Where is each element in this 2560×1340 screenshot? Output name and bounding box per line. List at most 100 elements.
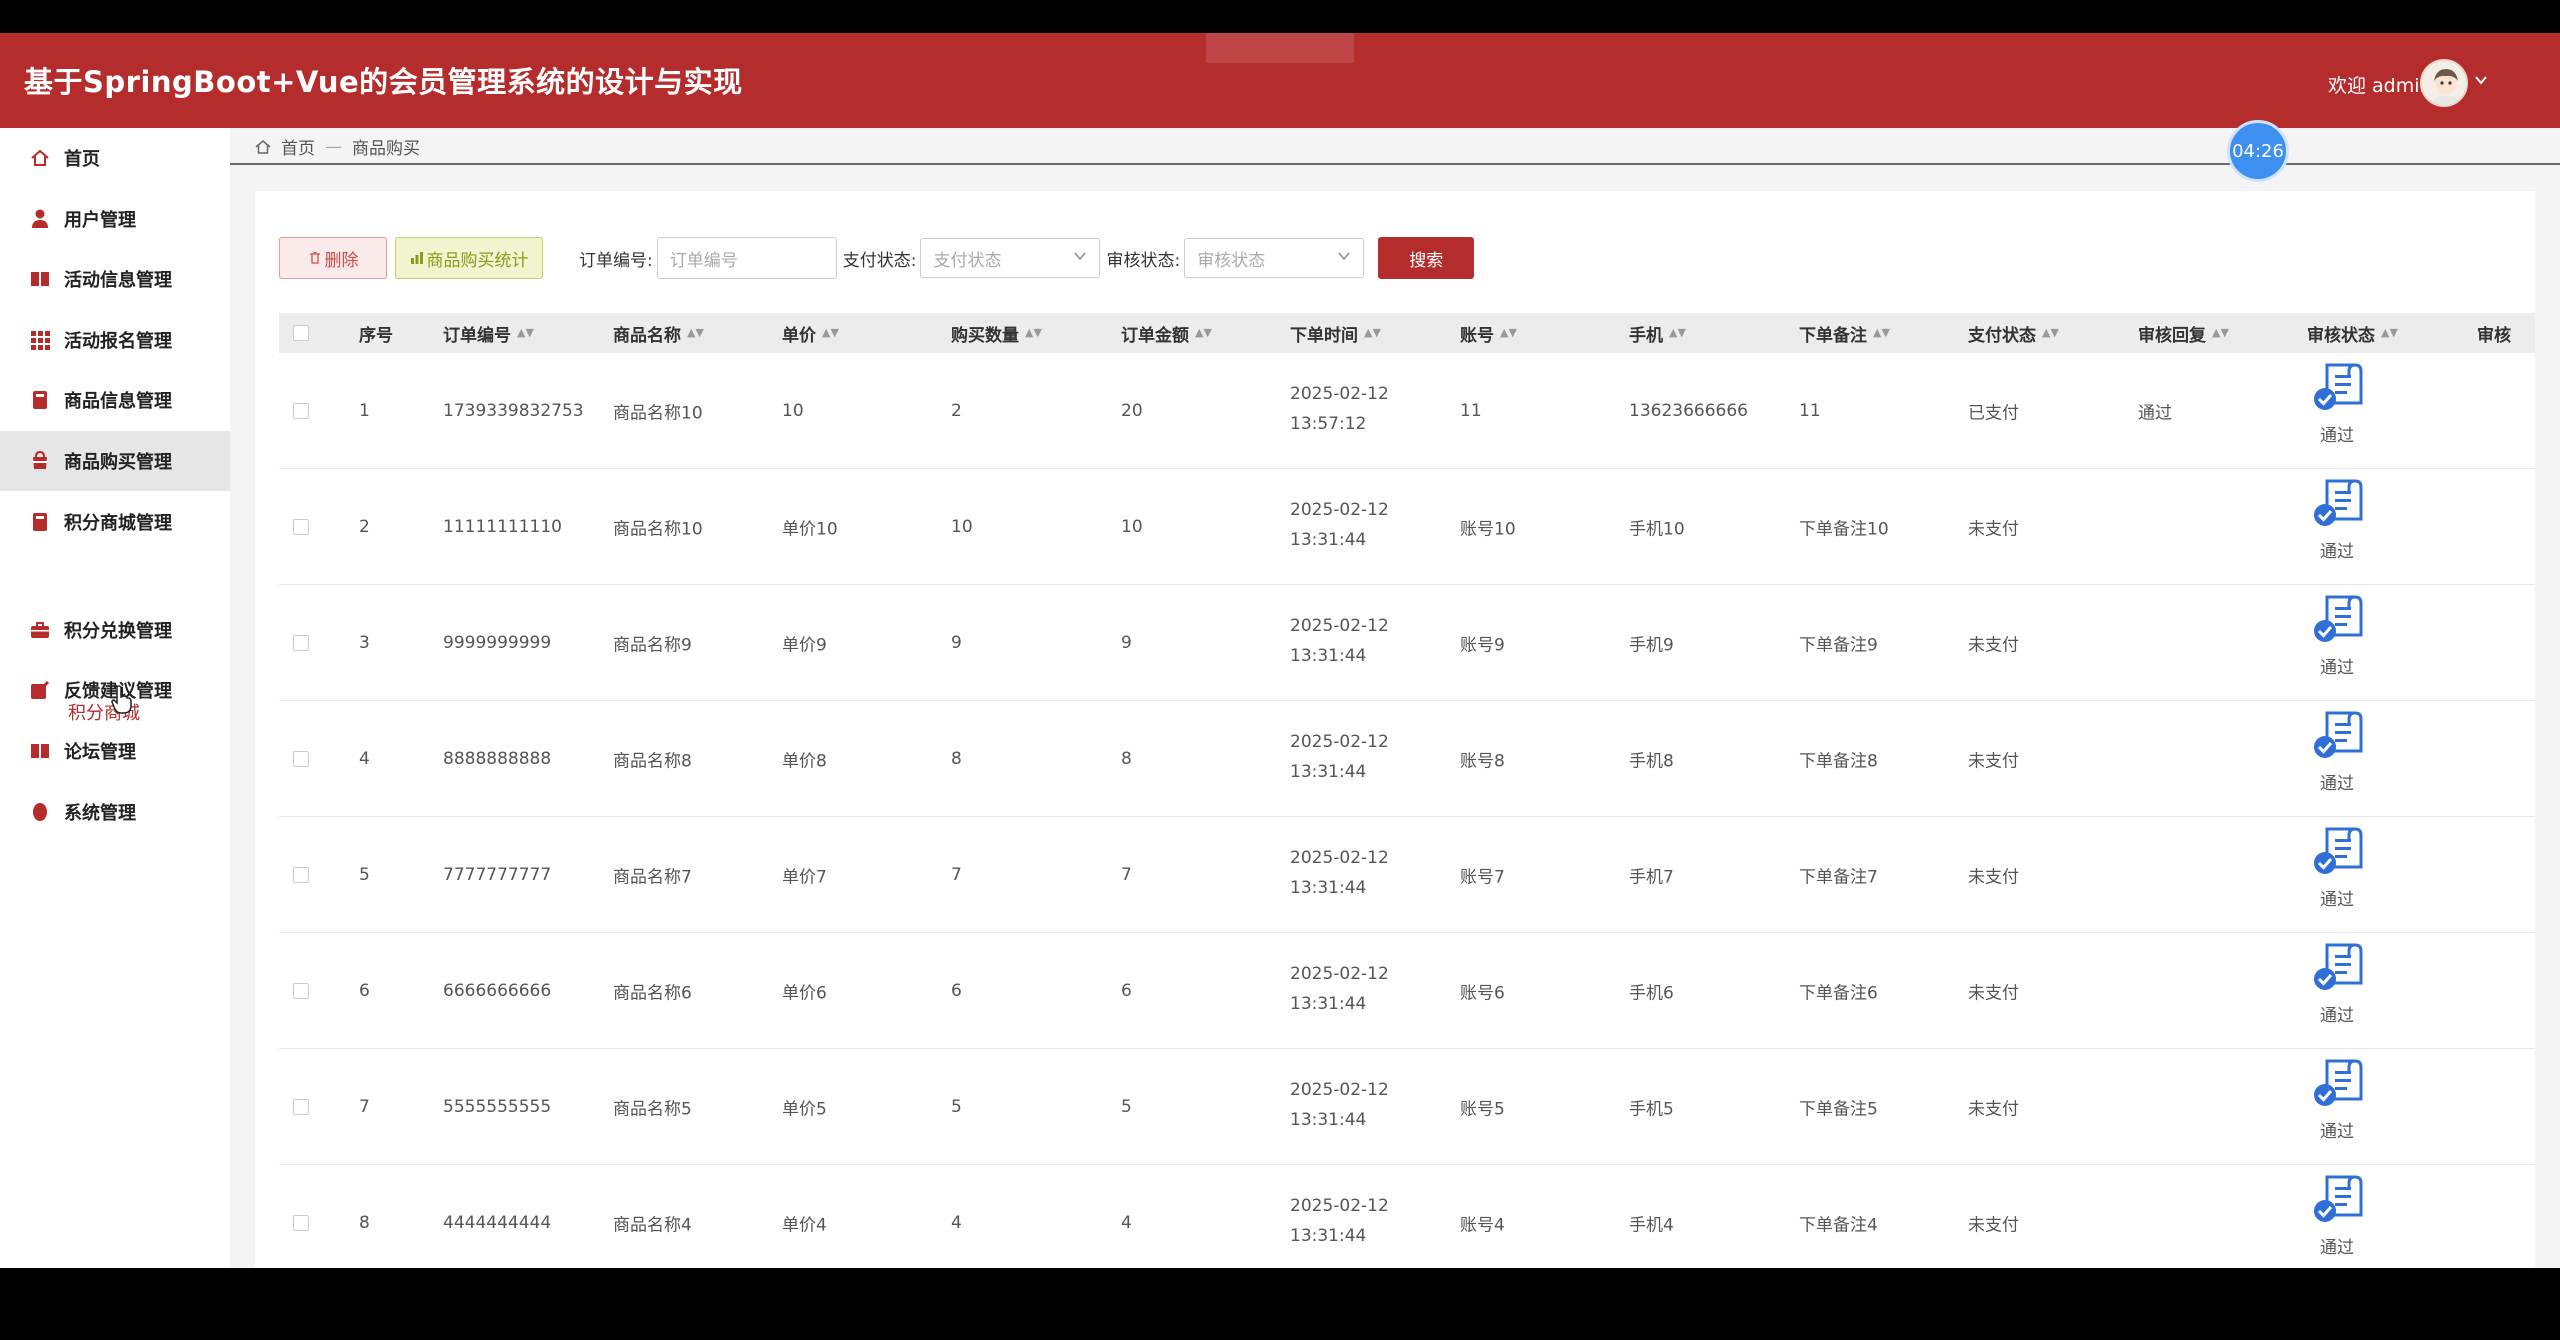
- sidebar-item-goods-info[interactable]: 商品信息管理: [0, 370, 230, 430]
- header-remark[interactable]: 下单备注 ▲▼: [1799, 313, 1890, 353]
- header-order-no[interactable]: 订单编号 ▲▼: [443, 313, 534, 353]
- table-row[interactable]: 2 11111111110 商品名称10 单价10 10 10 账号10 手机10 下单备注10…: [279, 469, 2535, 585]
- sort-icon: ▲▼: [1364, 326, 1381, 339]
- sidebar-item-system[interactable]: 系统管理: [0, 782, 230, 842]
- sidebar-item-forum[interactable]: 论坛管理: [0, 721, 230, 781]
- pay-status-select[interactable]: 支付状态: [920, 238, 1101, 278]
- price-cell: 单价10: [782, 519, 838, 539]
- sidebar-item-label: 首页: [64, 149, 100, 170]
- checkbox[interactable]: [293, 1214, 309, 1231]
- quantity-cell: 8: [951, 748, 962, 769]
- order-no-input[interactable]: 订单编号: [656, 237, 837, 279]
- audit-document-icon: [2314, 827, 2363, 874]
- chevron-down-icon[interactable]: [2474, 71, 2488, 92]
- checkbox[interactable]: [293, 1098, 309, 1115]
- select-all-checkbox[interactable]: [293, 313, 309, 353]
- amount-cell: 7: [1121, 864, 1132, 885]
- sidebar-item-points-mall[interactable]: 积分商城管理: [0, 492, 230, 552]
- sidebar-item-activity-info[interactable]: 活动信息管理: [0, 249, 230, 309]
- user-icon: [32, 209, 48, 228]
- remark-cell: 下单备注5: [1799, 1099, 1878, 1119]
- sidebar-item-activity-signup[interactable]: 活动报名管理: [0, 310, 230, 370]
- price-cell: 10: [782, 400, 804, 421]
- row-checkbox[interactable]: [293, 982, 309, 999]
- quantity-cell: 4: [951, 1212, 962, 1233]
- row-index: 1: [359, 400, 370, 421]
- search-button[interactable]: 搜索: [1378, 237, 1475, 279]
- header-account[interactable]: 账号 ▲▼: [1460, 313, 1517, 353]
- checkbox[interactable]: [293, 866, 309, 883]
- audit-status-cell[interactable]: 通过: [2307, 359, 2367, 446]
- header-quantity[interactable]: 购买数量 ▲▼: [951, 313, 1042, 353]
- chevron-down-icon: [1338, 252, 1350, 261]
- audit-status-text: 通过: [2320, 658, 2354, 678]
- audit-status-cell[interactable]: 通过: [2307, 591, 2367, 678]
- timer-badge[interactable]: 04:26: [2227, 120, 2289, 182]
- price-cell: 单价9: [782, 635, 827, 655]
- sidebar-item-points-exchange[interactable]: 积分兑换管理: [0, 600, 230, 660]
- goods-name-cell: 商品名称6: [613, 983, 692, 1003]
- audit-status-text: 通过: [2320, 542, 2354, 562]
- audit-status-cell[interactable]: 通过: [2307, 1171, 2367, 1258]
- audit-document-icon: [2314, 1059, 2363, 1106]
- table-row[interactable]: 3 9999999999 商品名称9 单价9 9 9 账号9 手机9 下单备注9 未支付 2025-…: [279, 585, 2535, 701]
- checkbox[interactable]: [293, 518, 309, 535]
- purchase-stats-label: 商品购买统计: [426, 250, 529, 271]
- row-checkbox[interactable]: [293, 634, 309, 651]
- breadcrumb-current: 商品购买: [352, 139, 420, 159]
- home-icon: [255, 139, 271, 154]
- sidebar-item-home[interactable]: 首页: [0, 128, 230, 188]
- table-row[interactable]: 7 5555555555 商品名称5 单价5 5 5 账号5 手机5 下单备注5 未支付 2025-…: [279, 1049, 2535, 1165]
- table-row[interactable]: 5 7777777777 商品名称7 单价7 7 7 账号7 手机7 下单备注7 未支付 2025-…: [279, 817, 2535, 933]
- account-cell: 11: [1460, 400, 1482, 421]
- header-pay-status[interactable]: 支付状态 ▲▼: [1968, 313, 2059, 353]
- delete-button[interactable]: 删除: [279, 237, 387, 279]
- checkbox[interactable]: [293, 402, 309, 419]
- checkbox[interactable]: [293, 634, 309, 651]
- row-checkbox[interactable]: [293, 750, 309, 767]
- header-phone[interactable]: 手机 ▲▼: [1629, 313, 1686, 353]
- row-checkbox[interactable]: [293, 1098, 309, 1115]
- audit-status-cell[interactable]: 通过: [2307, 475, 2367, 562]
- header-audit-reply[interactable]: 审核回复 ▲▼: [2138, 313, 2229, 353]
- row-checkbox[interactable]: [293, 866, 309, 883]
- header-audit-status[interactable]: 审核状态 ▲▼: [2307, 313, 2398, 353]
- audit-status-cell[interactable]: 通过: [2307, 1055, 2367, 1142]
- sidebar-item-label: 商品信息管理: [64, 391, 172, 412]
- table-row[interactable]: 4 8888888888 商品名称8 单价8 8 8 账号8 手机8 下单备注8 未支付 2025-…: [279, 701, 2535, 817]
- phone-cell: 手机5: [1629, 1099, 1674, 1119]
- table-row[interactable]: 1 1739339832753 商品名称10 10 2 20 11 13623666666 11…: [279, 353, 2535, 469]
- quantity-cell: 5: [951, 1096, 962, 1117]
- row-checkbox[interactable]: [293, 518, 309, 535]
- account-cell: 账号9: [1460, 635, 1505, 655]
- sidebar-item-users[interactable]: 用户管理: [0, 189, 230, 249]
- checkbox[interactable]: [293, 982, 309, 999]
- order-no-cell: 8888888888: [443, 748, 552, 769]
- sort-icon: ▲▼: [2042, 326, 2059, 339]
- avatar[interactable]: [2420, 59, 2468, 107]
- checkbox[interactable]: [293, 325, 309, 341]
- audit-status-select[interactable]: 审核状态: [1184, 238, 1365, 278]
- purchase-stats-button[interactable]: 商品购买统计: [395, 237, 543, 279]
- header-price[interactable]: 单价 ▲▼: [782, 313, 839, 353]
- table-row[interactable]: 6 6666666666 商品名称6 单价6 6 6 账号6 手机6 下单备注6 未支付 2025-…: [279, 933, 2535, 1049]
- audit-document-icon: [2314, 1175, 2363, 1222]
- table-row[interactable]: 8 4444444444 商品名称4 单价4 4 4 账号4 手机4 下单备注4 未支付 2025-…: [279, 1165, 2535, 1268]
- row-checkbox[interactable]: [293, 1214, 309, 1231]
- audit-document-icon: [2314, 711, 2363, 758]
- delete-label: 删除: [324, 250, 359, 271]
- sidebar-item-goods-purchase[interactable]: 商品购买管理: [0, 431, 230, 491]
- breadcrumb-home[interactable]: 首页: [281, 134, 315, 159]
- window-tab-ghost: [1206, 33, 1354, 63]
- header-amount[interactable]: 订单金额 ▲▼: [1121, 313, 1212, 353]
- order-no-cell: 1739339832753: [443, 400, 584, 421]
- app-title: 基于SpringBoot+Vue的会员管理系统的设计与实现: [24, 65, 743, 99]
- audit-status-cell[interactable]: 通过: [2307, 707, 2367, 794]
- header-goods-name[interactable]: 商品名称 ▲▼: [613, 313, 704, 353]
- audit-status-cell[interactable]: 通过: [2307, 823, 2367, 910]
- checkbox[interactable]: [293, 750, 309, 767]
- pay-status-cell: 未支付: [1968, 751, 2019, 771]
- row-checkbox[interactable]: [293, 402, 309, 419]
- audit-status-cell[interactable]: 通过: [2307, 939, 2367, 1026]
- header-order-time[interactable]: 下单时间 ▲▼: [1290, 313, 1381, 353]
